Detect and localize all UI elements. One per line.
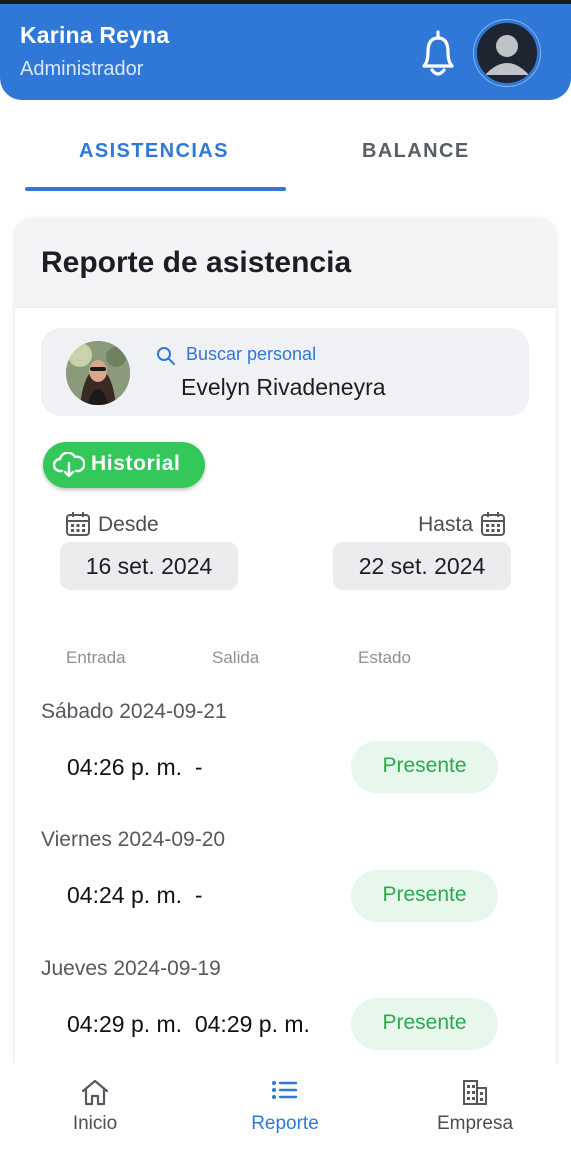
user-avatar[interactable] bbox=[474, 20, 540, 86]
person-avatar bbox=[66, 341, 130, 405]
nav-label: Empresa bbox=[436, 1113, 514, 1134]
column-header-estado: Estado bbox=[358, 648, 411, 667]
record-times: 04:24 p. m. - bbox=[67, 882, 203, 908]
status-badge: Presente bbox=[351, 870, 498, 922]
user-role: Administrador bbox=[20, 58, 144, 80]
selected-person-name: Evelyn Rivadeneyra bbox=[181, 374, 386, 400]
status-badge: Presente bbox=[351, 998, 498, 1050]
record-day-label: Viernes 2024-09-20 bbox=[41, 828, 226, 851]
calendar-icon bbox=[66, 512, 90, 536]
nav-item-reporte[interactable]: Reporte bbox=[190, 1064, 380, 1151]
record-day-label: Sábado 2024-09-21 bbox=[41, 700, 227, 723]
tab-balance[interactable]: BALANCE bbox=[362, 140, 470, 163]
nav-label: Inicio bbox=[72, 1113, 118, 1134]
status-badge: Presente bbox=[351, 741, 498, 793]
tab-indicator bbox=[25, 187, 286, 191]
calendar-icon bbox=[481, 512, 505, 536]
nav-label: Reporte bbox=[251, 1113, 319, 1134]
building-icon bbox=[463, 1080, 487, 1105]
column-header-salida: Salida bbox=[212, 648, 260, 667]
nav-item-inicio[interactable]: Inicio bbox=[0, 1064, 190, 1151]
nav-item-empresa[interactable]: Empresa bbox=[380, 1064, 570, 1151]
card-header: Reporte de asistencia bbox=[15, 218, 556, 308]
attendance-report-card: Reporte de asistencia Buscar personal Ev… bbox=[15, 218, 556, 1078]
user-name: Karina Reyna bbox=[20, 22, 170, 48]
app-header: Karina Reyna Administrador bbox=[0, 4, 571, 100]
person-search-box[interactable]: Buscar personal Evelyn Rivadeneyra bbox=[41, 328, 529, 416]
historial-button[interactable]: Historial bbox=[43, 442, 205, 488]
cloud-download-icon bbox=[53, 452, 85, 478]
from-date-field[interactable]: 16 set. 2024 bbox=[60, 542, 238, 590]
bottom-navigation: Inicio Reporte Empresa bbox=[0, 1064, 571, 1151]
app-screen: Karina Reyna Administrador ASISTENCIAS B… bbox=[0, 0, 571, 1151]
search-icon bbox=[157, 347, 175, 365]
historial-label: Historial bbox=[91, 452, 181, 475]
home-icon bbox=[81, 1079, 109, 1106]
list-icon bbox=[272, 1081, 298, 1099]
to-label: Hasta bbox=[418, 513, 473, 536]
record-times: 04:26 p. m. - bbox=[67, 754, 203, 780]
to-date-field[interactable]: 22 set. 2024 bbox=[333, 542, 511, 590]
tab-asistencias[interactable]: ASISTENCIAS bbox=[79, 140, 229, 163]
record-day-label: Jueves 2024-09-19 bbox=[41, 957, 221, 980]
record-times: 04:29 p. m. 04:29 p. m. bbox=[67, 1011, 310, 1037]
from-label: Desde bbox=[98, 513, 159, 536]
column-header-entrada: Entrada bbox=[66, 648, 126, 667]
search-label: Buscar personal bbox=[186, 344, 317, 364]
bell-icon[interactable] bbox=[416, 28, 460, 78]
card-title: Reporte de asistencia bbox=[41, 246, 352, 279]
